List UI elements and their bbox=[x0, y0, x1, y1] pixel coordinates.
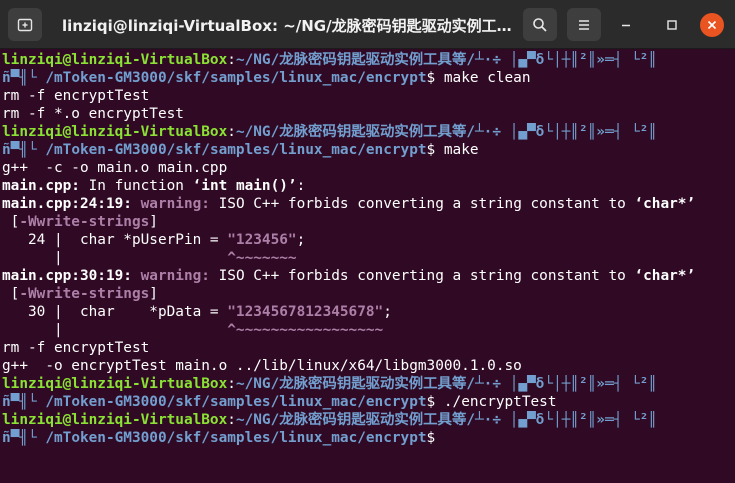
search-button[interactable] bbox=[523, 8, 557, 41]
minimize-icon bbox=[622, 24, 630, 27]
prompt-path-end: /mToken-GM3000/skf/samples/linux_mac/enc… bbox=[45, 394, 427, 410]
caret-marker: ^~~~~~~~ bbox=[227, 250, 297, 266]
new-tab-button[interactable] bbox=[8, 8, 42, 41]
warning-flag: -Wwrite-strings bbox=[19, 286, 150, 302]
warning-label: warning: bbox=[140, 196, 210, 212]
prompt-path-end: /mToken-GM3000/skf/samples/linux_mac/enc… bbox=[45, 70, 427, 86]
prompt-path: ~/NG/龙脉密码钥匙驱动实例工具等/┴·÷ │▄▀δ└│┼║²║»═┤ └²║ bbox=[235, 376, 657, 392]
warning-flag-line: [-Wwrite-strings] bbox=[2, 286, 158, 302]
prompt-path-end: /mToken-GM3000/skf/samples/linux_mac/enc… bbox=[45, 142, 427, 158]
source-file: main.cpp: bbox=[2, 178, 80, 194]
code-snippet-line: 30 | char *pData = "1234567812345678"; bbox=[2, 304, 392, 320]
warning-label: warning: bbox=[140, 268, 210, 284]
terminal-window: linziqi@linziqi-VirtualBox: ~/NG/龙脉密码钥匙驱… bbox=[0, 0, 735, 483]
output-line: rm -f encryptTest bbox=[2, 88, 150, 104]
function-name: ‘int main()’ bbox=[192, 178, 297, 194]
prompt-line: linziqi@linziqi-VirtualBox:~/NG/龙脉密码钥匙驱动… bbox=[2, 52, 657, 68]
title-bar: linziqi@linziqi-VirtualBox: ~/NG/龙脉密码钥匙驱… bbox=[0, 0, 735, 49]
new-tab-icon bbox=[17, 18, 33, 31]
close-icon bbox=[707, 20, 717, 30]
prompt-line: linziqi@linziqi-VirtualBox:~/NG/龙脉密码钥匙驱动… bbox=[2, 376, 657, 392]
output-line: rm -f *.o encryptTest bbox=[2, 106, 184, 122]
output-line: g++ -o encryptTest main.o ../lib/linux/x… bbox=[2, 358, 522, 374]
prompt-path-garbled: ñ▀╢└ bbox=[2, 70, 46, 86]
prompt-path: ~/NG/龙脉密码钥匙驱动实例工具等/┴·÷ │▄▀δ└│┼║²║»═┤ └²║ bbox=[235, 124, 657, 140]
warning-location: main.cpp:30:19: bbox=[2, 268, 132, 284]
warning-type: ‘char*’ bbox=[634, 196, 696, 212]
minimize-button[interactable] bbox=[615, 14, 637, 36]
prompt-user: linziqi@linziqi-VirtualBox bbox=[2, 52, 228, 68]
caret-marker: ^~~~~~~~~~~~~~~~~~ bbox=[227, 322, 384, 338]
prompt-line-current[interactable]: ñ▀╢└ /mToken-GM3000/skf/samples/linux_ma… bbox=[2, 429, 735, 447]
hamburger-menu-icon bbox=[579, 19, 589, 30]
warning-flag: -Wwrite-strings bbox=[19, 214, 150, 230]
maximize-button[interactable] bbox=[661, 14, 683, 36]
command-text: make clean bbox=[443, 70, 531, 86]
output-line: g++ -c -o main.o main.cpp bbox=[2, 160, 228, 176]
search-icon bbox=[533, 17, 547, 32]
prompt-user: linziqi@linziqi-VirtualBox bbox=[2, 376, 228, 392]
code-snippet-line: 24 | char *pUserPin = "123456"; bbox=[2, 232, 306, 248]
window-title: linziqi@linziqi-VirtualBox: ~/NG/龙脉密码钥匙驱… bbox=[62, 17, 512, 35]
prompt-path: ~/NG/龙脉密码钥匙驱动实例工具等/┴·÷ │▄▀δ└│┼║²║»═┤ └²║ bbox=[235, 412, 657, 428]
warning-line: main.cpp:24:19: warning: ISO C++ forbids… bbox=[2, 196, 696, 212]
prompt-line-cont: ñ▀╢└ /mToken-GM3000/skf/samples/linux_ma… bbox=[2, 142, 479, 158]
prompt-path-garbled: ñ▀╢└ bbox=[2, 142, 46, 158]
prompt-line-cont: ñ▀╢└ /mToken-GM3000/skf/samples/linux_ma… bbox=[2, 394, 557, 410]
warning-flag-line: [-Wwrite-strings] bbox=[2, 214, 158, 230]
prompt-line: linziqi@linziqi-VirtualBox:~/NG/龙脉密码钥匙驱动… bbox=[2, 124, 657, 140]
output-line: rm -f encryptTest bbox=[2, 340, 150, 356]
command-text: ./encryptTest bbox=[443, 394, 557, 410]
prompt-line-cont: ñ▀╢└ /mToken-GM3000/skf/samples/linux_ma… bbox=[2, 70, 531, 86]
compiler-note-line: main.cpp: In function ‘int main()’: bbox=[2, 178, 306, 194]
menu-button[interactable] bbox=[567, 8, 601, 41]
maximize-icon bbox=[667, 20, 677, 30]
prompt-path: ~/NG/龙脉密码钥匙驱动实例工具等/┴·÷ │▄▀δ└│┼║²║»═┤ └²║ bbox=[235, 52, 657, 68]
close-button[interactable] bbox=[700, 13, 724, 37]
prompt-path-garbled: ñ▀╢└ bbox=[2, 394, 46, 410]
prompt-line: linziqi@linziqi-VirtualBox:~/NG/龙脉密码钥匙驱动… bbox=[2, 412, 657, 428]
caret-line: | ^~~~~~~~~~~~~~~~~~ bbox=[2, 322, 384, 338]
prompt-user: linziqi@linziqi-VirtualBox bbox=[2, 124, 228, 140]
prompt-path-end: /mToken-GM3000/skf/samples/linux_mac/enc… bbox=[45, 430, 427, 446]
code-string: "1234567812345678" bbox=[227, 304, 384, 320]
prompt-path-garbled: ñ▀╢└ bbox=[2, 430, 46, 446]
prompt-user: linziqi@linziqi-VirtualBox bbox=[2, 412, 228, 428]
warning-type: ‘char*’ bbox=[634, 268, 696, 284]
warning-location: main.cpp:24:19: bbox=[2, 196, 132, 212]
command-text: make bbox=[443, 142, 479, 158]
warning-line: main.cpp:30:19: warning: ISO C++ forbids… bbox=[2, 268, 696, 284]
terminal-output[interactable]: linziqi@linziqi-VirtualBox:~/NG/龙脉密码钥匙驱动… bbox=[2, 51, 735, 483]
code-string: "123456" bbox=[227, 232, 297, 248]
scrollbar[interactable] bbox=[729, 49, 735, 483]
caret-line: | ^~~~~~~~ bbox=[2, 250, 297, 266]
